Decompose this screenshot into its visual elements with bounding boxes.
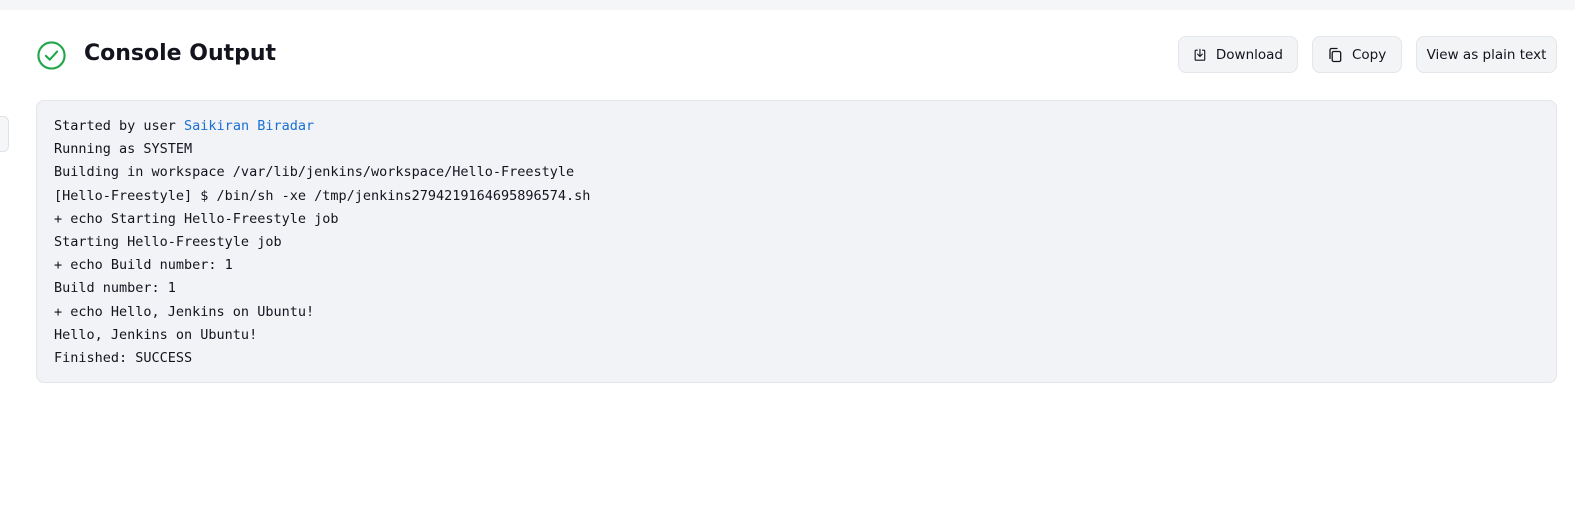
- page-title: Console Output: [84, 41, 277, 66]
- view-plain-text-label: View as plain text: [1426, 46, 1547, 63]
- download-label: Download: [1215, 46, 1283, 63]
- copy-icon: [1329, 47, 1342, 62]
- console-line: + echo Hello, Jenkins on Ubuntu!: [54, 303, 315, 320]
- console-line: [Hello-Freestyle] $ /bin/sh -xe /tmp/jen…: [54, 187, 591, 204]
- view-plain-text-button[interactable]: View as plain text: [1416, 36, 1557, 73]
- success-check-circle-icon: [37, 41, 66, 70]
- console-output: Started by user Saikiran Biradar Running…: [36, 100, 1557, 383]
- download-button[interactable]: Download: [1178, 36, 1298, 73]
- started-by-text: Started by user: [54, 118, 185, 134]
- user-link[interactable]: Saikiran Biradar: [184, 118, 314, 134]
- console-line: + echo Starting Hello-Freestyle job: [54, 210, 339, 227]
- console-line: Starting Hello-Freestyle job: [54, 233, 282, 250]
- console-line: + echo Build number: 1: [54, 257, 233, 274]
- console-line: Running as SYSTEM: [54, 141, 193, 158]
- console-line: Hello, Jenkins on Ubuntu!: [54, 326, 258, 343]
- console-header: Console Output Download Copy View as pla…: [36, 36, 1557, 74]
- console-line: Building in workspace /var/lib/jenkins/w…: [54, 164, 575, 181]
- console-line: Finished: SUCCESS: [54, 349, 193, 366]
- side-panel-toggle[interactable]: [0, 116, 9, 152]
- top-bar: [0, 0, 1575, 10]
- console-line: Started by user Saikiran Biradar: [54, 115, 1539, 138]
- copy-button[interactable]: Copy: [1312, 36, 1402, 73]
- console-actions: Download Copy View as plain text: [1178, 36, 1557, 73]
- console-line: Build number: 1: [54, 280, 176, 297]
- copy-label: Copy: [1352, 46, 1387, 63]
- download-icon: [1194, 48, 1206, 61]
